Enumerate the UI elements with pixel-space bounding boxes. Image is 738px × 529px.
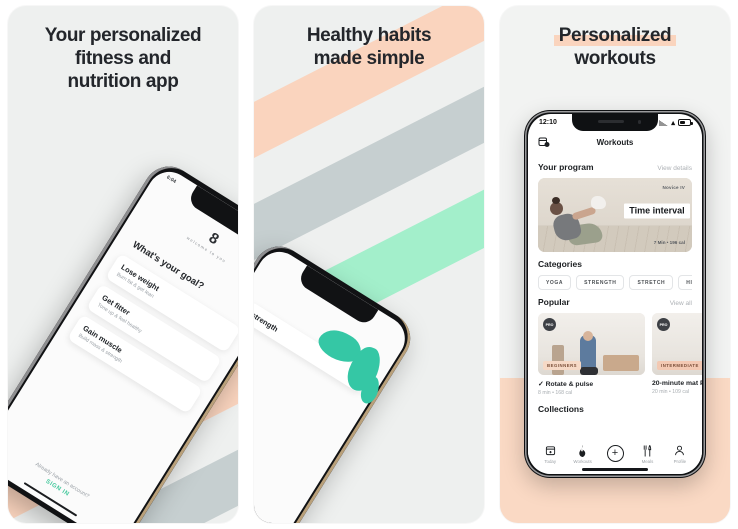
headline-line: workouts (574, 48, 656, 70)
signal-icon (659, 119, 669, 126)
panel-headline: Personalized workouts (500, 6, 730, 70)
tab-workouts[interactable]: Workouts (566, 444, 598, 464)
section-heading: Popular (538, 297, 570, 307)
program-section-header: Your program View details (538, 162, 692, 172)
category-chip-hiit[interactable]: HIIT (678, 275, 692, 290)
app-content: Your program View details Novice IV Time… (528, 153, 702, 414)
category-chip-stretch[interactable]: STRETCH (629, 275, 674, 290)
popular-section-header: Popular View all (538, 297, 692, 307)
page-title: Workouts (596, 137, 634, 147)
tab-label: Workouts (573, 459, 592, 464)
card-thumbnail: PRO BEGINNERS (538, 313, 645, 375)
headline-line: Personalized (510, 24, 720, 47)
program-meta: 7 Min • 196 cal (653, 240, 685, 245)
tab-meals[interactable]: Meals (631, 444, 663, 464)
collections-heading: Collections (538, 404, 584, 414)
person-icon (664, 444, 696, 457)
person-illustration (548, 194, 606, 247)
section-heading: Your program (538, 162, 594, 172)
category-chip-yoga[interactable]: YOGA (538, 275, 572, 290)
phone-mockup-workouts: 12:10 ▴ Workouts Your program View detai… (524, 110, 706, 478)
program-card[interactable]: Novice IV Time interval 7 Min • 196 cal (538, 178, 692, 252)
gallery-panel-habits[interactable]: Healthy habits made simple strength Alre… (246, 0, 492, 529)
tab-profile[interactable]: Profile (664, 444, 696, 464)
tab-today[interactable]: Today (534, 444, 566, 464)
plus-circle-icon: + (599, 444, 631, 462)
category-chip-strength[interactable]: STRENGTH (576, 275, 625, 290)
screenshot-gallery: Your personalized fitness and nutrition … (0, 0, 738, 529)
battery-icon (678, 119, 693, 126)
view-details-link[interactable]: View details (657, 165, 692, 172)
card-meta: 8 min • 168 cal (538, 390, 573, 396)
card-meta: 20 min • 109 cal (652, 389, 689, 395)
headline-line: Your personalized (44, 25, 202, 46)
status-time: 6:04 (165, 174, 177, 185)
headline-line: nutrition app (67, 71, 179, 93)
app-navbar: Workouts (528, 131, 702, 153)
tab-label: Profile (673, 459, 687, 464)
status-time: 12:10 (539, 119, 557, 126)
panel-headline: Healthy habits made simple (254, 6, 484, 70)
view-all-link[interactable]: View all (670, 300, 692, 307)
card-title: ✓ Rotate & pulse (538, 381, 594, 388)
home-indicator (582, 468, 648, 471)
headline-highlight: Personalized (553, 24, 677, 47)
headline-line: fitness and (75, 48, 171, 70)
popular-card-mat-pilates[interactable]: PRO INTERMEDIATE 20-minute mat Pil 20 mi… (652, 313, 702, 396)
tab-label: Meals (641, 459, 654, 464)
card-title: 20-minute mat Pil (652, 380, 702, 387)
calendar-icon (534, 444, 566, 457)
pro-badge: PRO (657, 318, 670, 331)
headline-line: Healthy habits (306, 25, 432, 46)
flame-icon (566, 444, 598, 457)
gallery-panel-onboarding[interactable]: Your personalized fitness and nutrition … (0, 0, 246, 529)
level-badge: INTERMEDIATE (657, 361, 702, 370)
program-title: Time interval (624, 203, 690, 219)
status-bar: 12:10 ▴ (528, 114, 702, 131)
program-badge: Novice IV (662, 185, 685, 190)
headline-highlight-text: Personalized (558, 25, 672, 46)
wifi-icon: ▴ (671, 117, 675, 127)
tab-label: Today (544, 459, 557, 464)
tab-add[interactable]: + (599, 444, 631, 462)
gallery-panel-workouts[interactable]: Personalized workouts 12:10 ▴ Workouts Y… (492, 0, 738, 529)
categories-section-header: Categories (538, 259, 692, 269)
section-heading: Categories (538, 259, 582, 269)
category-chip-list: YOGA STRENGTH STRETCH HIIT PILATES (538, 275, 692, 290)
headline-line: made simple (313, 48, 425, 70)
level-badge: BEGINNERS (543, 361, 582, 370)
pro-badge: PRO (543, 318, 556, 331)
cutlery-icon (631, 444, 663, 457)
card-thumbnail: PRO INTERMEDIATE (652, 313, 702, 375)
popular-card-list: PRO BEGINNERS ✓ Rotate & pulse 8 min • 1… (538, 313, 702, 396)
popular-card-rotate-pulse[interactable]: PRO BEGINNERS ✓ Rotate & pulse 8 min • 1… (538, 313, 645, 396)
panel-headline: Your personalized fitness and nutrition … (8, 6, 238, 94)
